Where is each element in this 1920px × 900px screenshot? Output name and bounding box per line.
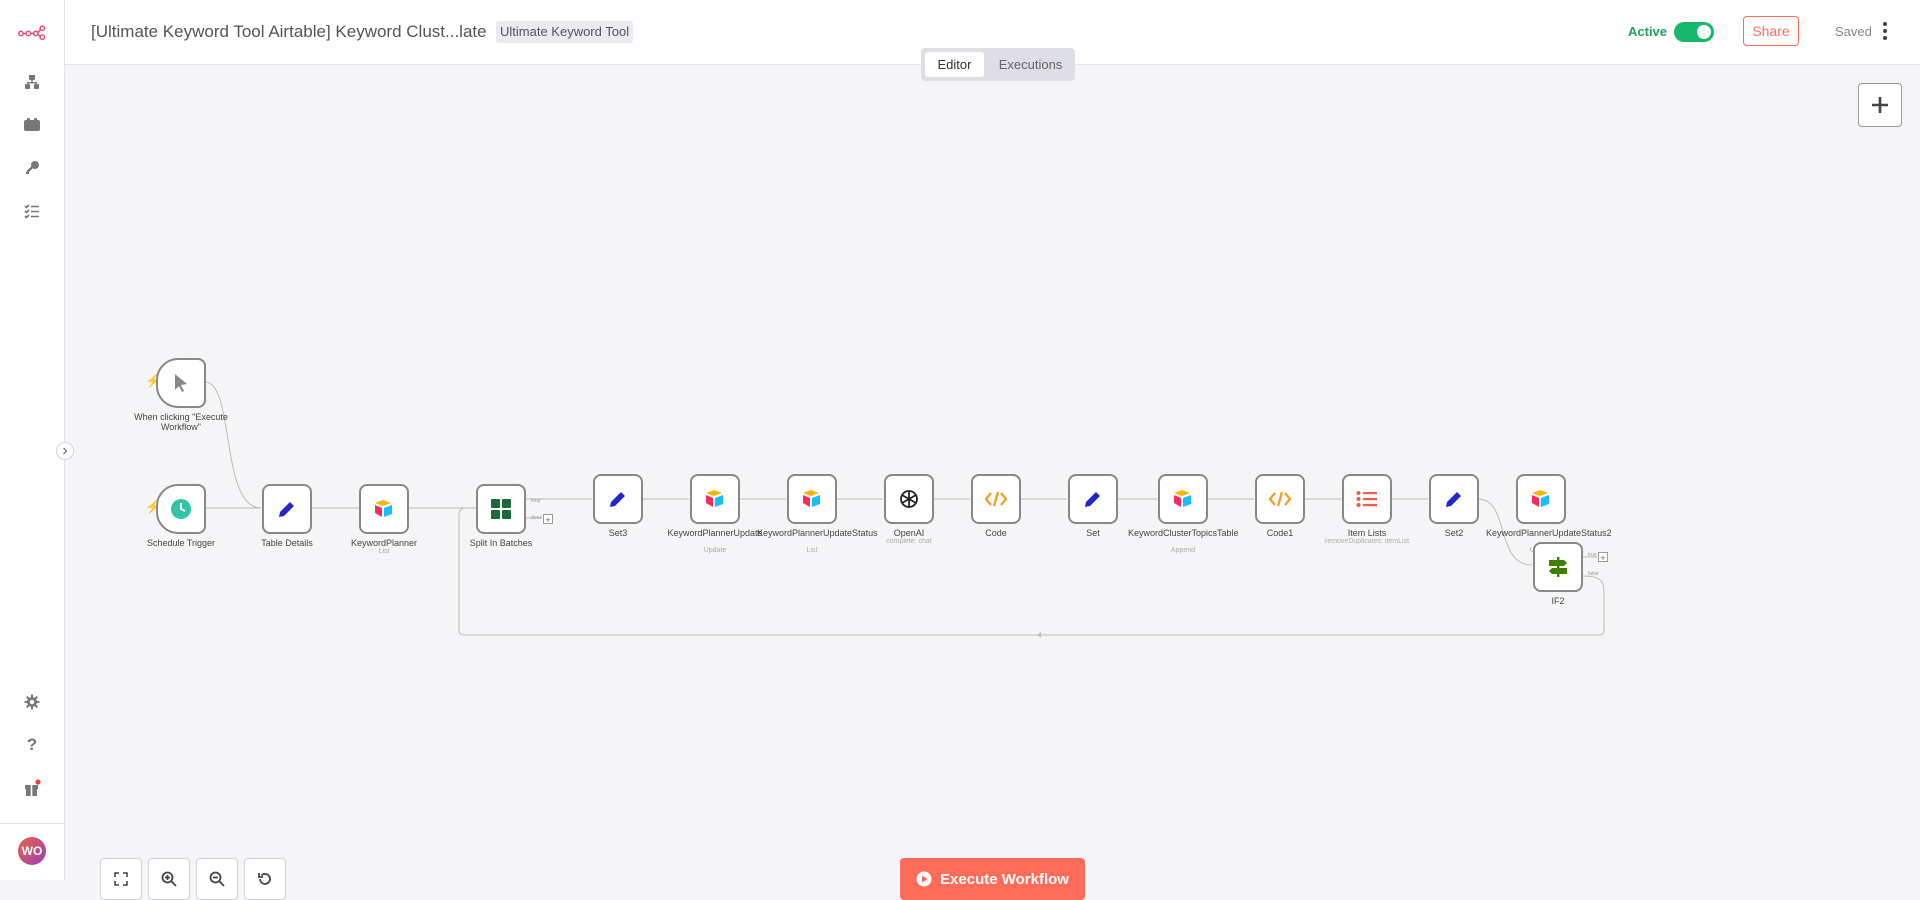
node-label: Table Details	[261, 538, 313, 548]
grid-icon	[491, 499, 511, 519]
templates-icon[interactable]	[18, 111, 46, 139]
node-subtitle: removeDuplicates: itemList	[1324, 538, 1410, 545]
execute-workflow-label: Execute Workflow	[940, 870, 1069, 888]
zoom-to-fit-button[interactable]	[100, 858, 142, 900]
pencil-icon	[1085, 492, 1100, 507]
undo-icon	[258, 873, 271, 885]
node-keywordplannerupdate[interactable]	[690, 474, 740, 524]
node-keywordplanner[interactable]	[359, 484, 409, 534]
fit-view-icon	[114, 872, 128, 886]
pencil-icon	[279, 502, 294, 517]
node-set[interactable]	[1068, 474, 1118, 524]
node-label: Set3	[608, 528, 628, 538]
node-label: IF2	[1551, 596, 1565, 606]
play-icon	[916, 871, 932, 887]
node-table-details[interactable]	[262, 484, 312, 534]
list-icon	[1356, 491, 1377, 507]
node-label: KeywordPlannerUpdateStatus	[757, 528, 878, 538]
zoom-in-button[interactable]	[148, 858, 190, 900]
workflow-title[interactable]: [Ultimate Keyword Tool Airtable] Keyword…	[91, 22, 487, 42]
node-item-lists[interactable]	[1342, 474, 1392, 524]
node-label: KeywordClusterTopicsTable	[1128, 528, 1239, 538]
workflow-tag[interactable]: Ultimate Keyword Tool	[496, 21, 634, 43]
credentials-icon[interactable]	[18, 154, 46, 182]
airtable-icon	[1174, 490, 1191, 507]
node-label: Code	[985, 528, 1007, 538]
code-icon	[1269, 491, 1291, 507]
node-openai[interactable]	[884, 474, 934, 524]
share-button[interactable]: Share	[1743, 16, 1799, 46]
node-manual-trigger[interactable]	[156, 358, 206, 408]
zoom-in-icon	[161, 871, 177, 887]
node-if2[interactable]	[1533, 542, 1583, 592]
node-subtitle: Update	[703, 547, 727, 554]
active-label: Active	[1628, 24, 1668, 39]
add-node-panel-button[interactable]	[1858, 83, 1902, 127]
saved-status: Saved	[1835, 24, 1872, 39]
more-options-icon[interactable]	[1875, 18, 1895, 44]
execute-workflow-button[interactable]: Execute Workflow	[900, 858, 1085, 900]
whats-new-gift-icon[interactable]	[18, 774, 46, 802]
node-subtitle: List	[806, 547, 818, 554]
node-set3[interactable]	[593, 474, 643, 524]
connections	[204, 381, 1605, 638]
clock-icon	[171, 499, 191, 519]
signpost-icon	[1549, 557, 1567, 577]
node-schedule-trigger[interactable]	[156, 484, 206, 534]
node-split-in-batches[interactable]	[476, 484, 526, 534]
code-icon	[985, 491, 1007, 507]
node-subtitle: List	[378, 548, 390, 555]
node-label: Schedule Trigger	[146, 538, 216, 548]
node-keywordplannerupdatestatus2[interactable]	[1516, 474, 1566, 524]
n8n-logo-icon[interactable]	[18, 18, 46, 46]
airtable-icon	[375, 500, 392, 517]
workflows-icon[interactable]	[18, 68, 46, 96]
airtable-icon	[1532, 490, 1549, 507]
node-set2[interactable]	[1429, 474, 1479, 524]
port-label-loop: loop	[531, 498, 541, 504]
zoom-out-icon	[209, 871, 225, 887]
airtable-icon	[803, 490, 820, 507]
node-label: KeywordPlannerUpdate	[667, 528, 763, 538]
help-icon[interactable]: ?	[18, 731, 46, 759]
airtable-icon	[706, 490, 723, 507]
add-node-button[interactable]: +	[543, 514, 553, 525]
node-label: Split In Batches	[469, 538, 533, 548]
settings-icon[interactable]	[18, 688, 46, 716]
port-label-done: done	[531, 515, 543, 521]
pencil-icon	[1446, 492, 1461, 507]
add-node-button[interactable]: +	[1598, 552, 1608, 563]
pencil-icon	[610, 492, 625, 507]
node-label: When clicking "Execute Workflow"	[134, 412, 228, 432]
node-keywordclustertopicstable[interactable]	[1158, 474, 1208, 524]
node-label: KeywordPlannerUpdateStatus2	[1486, 528, 1612, 538]
zoom-out-button[interactable]	[196, 858, 238, 900]
workflow-canvas[interactable]: ⚡ When clicking "Execute Workflow" ⚡ Sch…	[65, 65, 1920, 900]
executions-list-icon[interactable]	[18, 197, 46, 225]
node-keywordplannerupdatestatus[interactable]	[787, 474, 837, 524]
active-toggle[interactable]	[1674, 22, 1714, 42]
reset-zoom-button[interactable]	[244, 858, 286, 900]
plus-icon	[1872, 97, 1888, 113]
node-label: KeywordPlanner	[350, 538, 418, 548]
port-label-true: true	[1588, 552, 1597, 558]
sidebar: ? WO	[0, 0, 65, 880]
cursor-icon	[175, 374, 187, 392]
node-subtitle: Append	[1170, 547, 1196, 554]
openai-icon	[900, 490, 918, 508]
node-subtitle: complete: chat	[886, 538, 932, 545]
avatar[interactable]: WO	[18, 837, 46, 865]
node-code[interactable]	[971, 474, 1021, 524]
port-label-false: false	[1588, 571, 1599, 577]
node-code1[interactable]	[1255, 474, 1305, 524]
